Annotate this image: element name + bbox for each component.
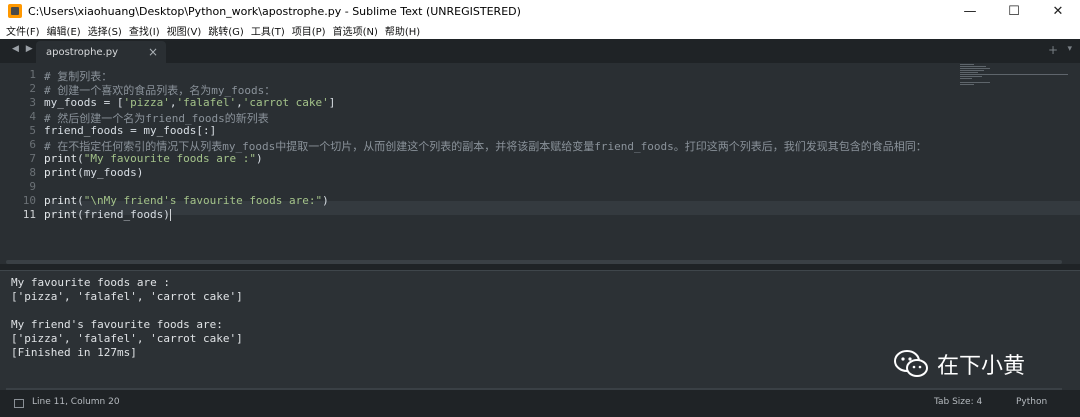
code-line: print("My favourite foods are :")	[44, 152, 263, 165]
menu-find[interactable]: 查找(I)	[129, 23, 160, 38]
tab-bar: ◀ ▶ apostrophe.py × + ▾	[0, 39, 1080, 63]
window-title: C:\Users\xiaohuang\Desktop\Python_work\a…	[28, 4, 521, 18]
menu-file[interactable]: 文件(F)	[6, 23, 40, 38]
window-controls: — ☐ ✕	[948, 0, 1080, 22]
text-cursor	[169, 209, 171, 221]
line-number-gutter: 1 2 3 4 5 6 7 8 9 10 11	[0, 63, 50, 264]
minimap-line	[960, 84, 974, 85]
close-button[interactable]: ✕	[1036, 0, 1080, 22]
tab-label: apostrophe.py	[46, 46, 119, 58]
tab-size-indicator[interactable]: Tab Size: 4	[934, 397, 982, 407]
menu-edit[interactable]: 编辑(E)	[47, 23, 81, 38]
line-number: 7	[29, 152, 36, 165]
code-line: my_foods = ['pizza','falafel','carrot ca…	[44, 96, 336, 109]
output-line: ['pizza', 'falafel', 'carrot cake']	[11, 290, 243, 303]
menu-selection[interactable]: 选择(S)	[88, 23, 122, 38]
output-line: My favourite foods are :	[11, 276, 170, 289]
tab-list-chevron-icon[interactable]: ▾	[1067, 44, 1072, 54]
watermark-text: 在下小黄	[937, 354, 1026, 379]
menu-tools[interactable]: 工具(T)	[251, 23, 285, 38]
maximize-button[interactable]: ☐	[992, 0, 1036, 22]
watermark: 在下小黄	[893, 348, 1025, 380]
minimap-line	[960, 64, 974, 65]
syntax-indicator[interactable]: Python	[1016, 397, 1047, 407]
menu-goto[interactable]: 跳转(G)	[208, 23, 244, 38]
line-number: 9	[29, 180, 36, 193]
code-line: friend_foods = my_foods[:]	[44, 124, 217, 137]
minimize-button[interactable]: —	[948, 0, 992, 22]
sublime-app-icon	[8, 4, 22, 18]
code-line: print(my_foods)	[44, 166, 144, 179]
line-number: 6	[29, 138, 36, 151]
tab-apostrophe-py[interactable]: apostrophe.py ×	[36, 41, 166, 63]
code-editor[interactable]: 1 2 3 4 5 6 7 8 9 10 11 # 复制列表： # 创建一个喜欢的食品列表，名为my_…	[0, 63, 1080, 264]
wechat-icon	[894, 350, 928, 377]
panel-toggle-icon[interactable]	[14, 399, 24, 408]
output-line: My friend's favourite foods are:	[11, 318, 223, 331]
menu-help[interactable]: 帮助(H)	[385, 23, 420, 38]
title-bar: C:\Users\xiaohuang\Desktop\Python_work\a…	[0, 0, 1080, 22]
cursor-position: Line 11, Column 20	[32, 397, 120, 407]
minimap-line	[960, 82, 990, 83]
line-number: 4	[29, 110, 36, 123]
line-number: 11	[22, 208, 36, 221]
minimap-line	[960, 70, 984, 71]
minimap-line	[960, 76, 982, 77]
line-number: 5	[29, 124, 36, 137]
minimap-line	[960, 78, 972, 79]
minimap-line	[960, 72, 978, 73]
menu-preferences[interactable]: 首选项(N)	[333, 23, 378, 38]
menu-project[interactable]: 项目(P)	[292, 23, 326, 38]
line-number: 3	[29, 96, 36, 109]
new-tab-plus-icon[interactable]: +	[1048, 43, 1058, 57]
line-number: 2	[29, 82, 36, 95]
line-number: 10	[22, 194, 36, 207]
menu-bar: 文件(F) 编辑(E) 选择(S) 查找(I) 视图(V) 跳转(G) 工具(T…	[0, 22, 1080, 39]
minimap-line	[960, 66, 986, 67]
minimap-line	[960, 68, 990, 69]
line-number: 1	[29, 68, 36, 81]
tab-nav-arrows-icon[interactable]: ◀ ▶	[12, 44, 35, 54]
minimap-line	[960, 74, 1068, 75]
output-line: ['pizza', 'falafel', 'carrot cake']	[11, 332, 243, 345]
menu-view[interactable]: 视图(V)	[167, 23, 202, 38]
line-number: 8	[29, 166, 36, 179]
code-line: print(friend_foods)	[44, 208, 171, 221]
tab-close-icon[interactable]: ×	[148, 45, 158, 59]
status-bar: Line 11, Column 20 Tab Size: 4 Python	[0, 390, 1080, 417]
code-line: print("\nMy friend's favourite foods are…	[44, 194, 329, 207]
minimap[interactable]	[960, 63, 1070, 87]
output-line: [Finished in 127ms]	[11, 346, 137, 359]
